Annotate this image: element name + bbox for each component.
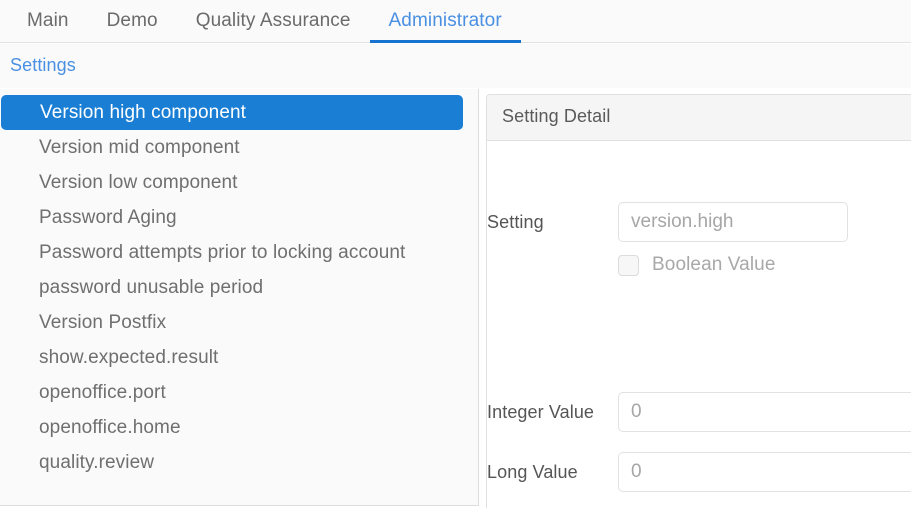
form-row-integer: Integer Value xyxy=(487,392,911,432)
label-integer-value: Integer Value xyxy=(487,402,595,422)
panel-title: Setting Detail xyxy=(502,106,611,126)
settings-list: Version high component Version mid compo… xyxy=(0,95,478,480)
tab-demo[interactable]: Demo xyxy=(88,0,177,43)
setting-detail-panel: Setting Detail Setting Boolean Value Int… xyxy=(486,94,911,508)
setting-input[interactable] xyxy=(618,202,848,242)
list-item-version-low-component[interactable]: Version low component xyxy=(0,165,478,200)
list-item-show-expected-result[interactable]: show.expected.result xyxy=(0,340,478,375)
integer-value-input[interactable] xyxy=(618,392,911,432)
nav-tab-list: Main Demo Quality Assurance Administrato… xyxy=(0,0,521,43)
label-long-value: Long Value xyxy=(487,462,578,482)
list-item-password-unusable-period[interactable]: password unusable period xyxy=(0,270,478,305)
list-item-version-postfix[interactable]: Version Postfix xyxy=(0,305,478,340)
list-item-quality-review[interactable]: quality.review xyxy=(0,445,478,480)
sub-navigation-bar: Settings xyxy=(0,44,911,88)
tab-main[interactable]: Main xyxy=(8,0,88,43)
tab-quality-assurance[interactable]: Quality Assurance xyxy=(177,0,370,43)
long-value-input[interactable] xyxy=(618,452,911,492)
list-item-password-attempts[interactable]: Password attempts prior to locking accou… xyxy=(0,235,478,270)
list-item-version-high-component[interactable]: Version high component xyxy=(1,95,463,130)
breadcrumb-settings-link[interactable]: Settings xyxy=(10,55,76,76)
boolean-value-checkbox[interactable] xyxy=(618,254,639,276)
list-item-password-aging[interactable]: Password Aging xyxy=(0,200,478,235)
top-navbar: Main Demo Quality Assurance Administrato… xyxy=(0,0,911,43)
form-row-boolean: Boolean Value xyxy=(487,254,911,280)
form-row-long: Long Value xyxy=(487,452,911,492)
tab-administrator[interactable]: Administrator xyxy=(369,0,521,43)
list-item-openoffice-home[interactable]: openoffice.home xyxy=(0,410,478,445)
boolean-value-control[interactable]: Boolean Value xyxy=(618,254,776,276)
boolean-value-label[interactable]: Boolean Value xyxy=(652,254,776,276)
setting-detail-header: Setting Detail xyxy=(487,95,911,141)
label-setting: Setting xyxy=(487,212,544,232)
admin-settings-page: Main Demo Quality Assurance Administrato… xyxy=(0,0,911,508)
settings-list-panel: Version high component Version mid compo… xyxy=(0,89,479,506)
form-row-setting: Setting xyxy=(487,202,911,242)
list-item-openoffice-port[interactable]: openoffice.port xyxy=(0,375,478,410)
list-item-version-mid-component[interactable]: Version mid component xyxy=(0,130,478,165)
setting-detail-form: Setting Boolean Value Integer Value Long… xyxy=(487,142,911,508)
